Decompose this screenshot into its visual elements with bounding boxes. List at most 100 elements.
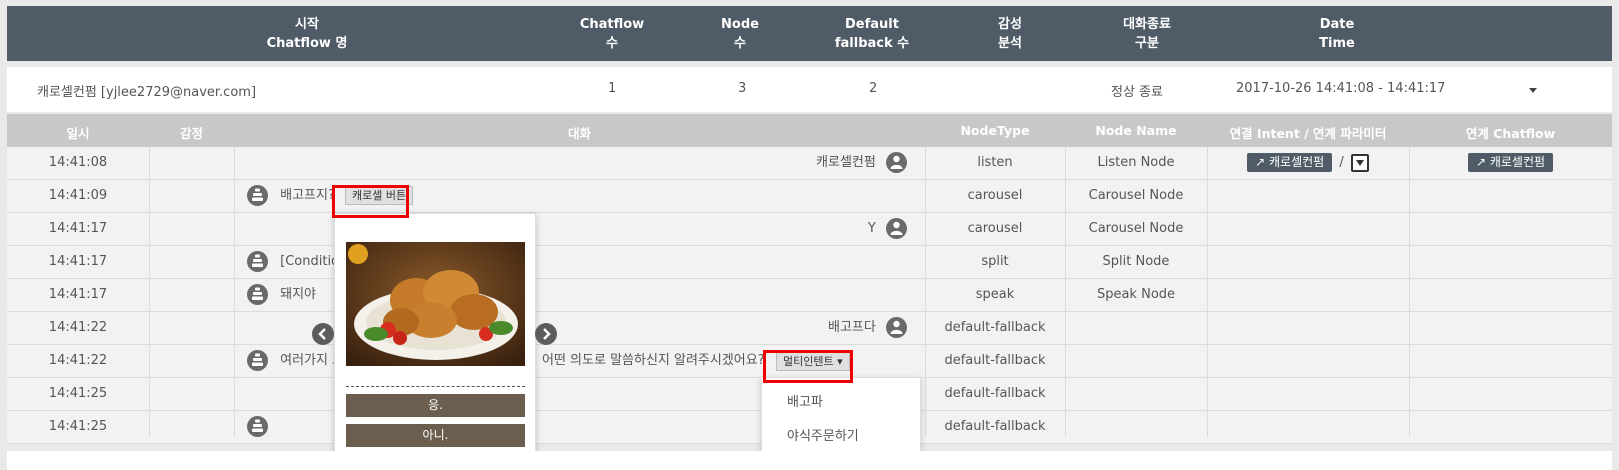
dh-intent: 연결 Intent / 연계 파라미터 — [1229, 126, 1387, 141]
user-message: 배고프다 — [828, 312, 907, 344]
bot-message-text: 돼지야 — [280, 287, 317, 302]
row-node-type: default-fallback — [944, 386, 1046, 401]
row-time: 14:41:17 — [48, 254, 108, 269]
bot-avatar-icon — [247, 251, 268, 272]
multi-intent-highlight — [763, 350, 853, 383]
summary-row[interactable]: 캐로셀컨펌 [yjlee2729@naver.com] 1 3 2 정상 종료 … — [7, 67, 1612, 112]
external-link-icon: ↗ — [1475, 155, 1487, 169]
row-node-type: default-fallback — [944, 320, 1046, 335]
user-avatar-icon — [886, 152, 907, 173]
linked-chatflow-label: 캐로셀컨펌 — [1489, 155, 1546, 169]
row-time: 14:41:17 — [48, 221, 108, 236]
intent-link-label: 캐로셀컨펌 — [1269, 155, 1325, 169]
summary-table-header: 시작 Chatflow 명 Chatflow 수 Node 수 Default … — [7, 6, 1612, 61]
carousel-popup: 응. 아니. — [334, 213, 536, 459]
dh-node-type: NodeType — [960, 123, 1030, 138]
col-start-chatflow: 시작 Chatflow 명 — [266, 17, 348, 51]
bot-message: [Condition — [247, 246, 347, 278]
row-node-name: Carousel Node — [1088, 188, 1184, 203]
menu-item-hungry[interactable]: 배고파 — [787, 391, 823, 410]
bot-message-text-tail: 어떤 의도로 말씀하신지 알려주시겠어요? — [542, 353, 765, 368]
dh-linked-chatflow: 연계 Chatflow — [1465, 126, 1556, 141]
row-time: 14:41:25 — [48, 419, 108, 434]
col-default-fallback: Default fallback 수 — [834, 17, 910, 51]
bot-message — [247, 411, 268, 443]
row-node-name — [1065, 345, 1207, 377]
dh-sentiment: 감정 — [179, 126, 203, 141]
carousel-prev-icon[interactable] — [312, 323, 334, 345]
bot-avatar-icon — [247, 416, 268, 437]
col-sentiment: 감성 분석 — [998, 17, 1022, 51]
summary-chatflow-count: 1 — [608, 81, 617, 96]
row-node-name — [1065, 378, 1207, 410]
summary-chatflow-name: 캐로셀컨펌 [yjlee2729@naver.com] — [37, 85, 257, 100]
row-node-name: Split Node — [1102, 254, 1170, 269]
row-time: 14:41:22 — [48, 320, 108, 335]
detail-table-header: 일시 감정 대화 NodeType Node Name 연결 Intent / … — [7, 114, 1612, 147]
col-chatflow-count: Chatflow 수 — [579, 17, 645, 51]
user-avatar-icon — [886, 317, 907, 338]
column-divider — [1207, 147, 1208, 437]
chatflow-log-panel: 시작 Chatflow 명 Chatflow 수 Node 수 Default … — [7, 6, 1612, 444]
column-divider — [1409, 147, 1410, 437]
intent-dropdown-toggle-icon[interactable] — [1350, 153, 1369, 172]
column-divider — [1065, 147, 1066, 437]
row-node-name — [1065, 312, 1207, 344]
bot-avatar-icon — [247, 284, 268, 305]
dh-node-name: Node Name — [1095, 123, 1177, 138]
linked-chatflow-cell: ↗ 캐로셀컨펌 — [1409, 147, 1612, 179]
fried-chicken-image — [346, 242, 525, 366]
column-divider — [234, 147, 235, 437]
row-node-type: default-fallback — [944, 353, 1046, 368]
user-message-text: 배고프다 — [828, 320, 876, 335]
row-node-type: speak — [975, 287, 1015, 302]
carousel-button-highlight — [332, 185, 409, 218]
row-node-name: Speak Node — [1096, 287, 1176, 302]
expand-caret-icon[interactable] — [1529, 88, 1537, 93]
table-row: 14:41:17 돼지야 speak Speak Node — [7, 279, 1612, 312]
row-time: 14:41:09 — [48, 188, 108, 203]
row-node-type: listen — [977, 155, 1013, 170]
row-time: 14:41:25 — [48, 386, 108, 401]
column-divider — [925, 147, 926, 437]
col-datetime: Date Time — [1319, 17, 1355, 51]
summary-node-count: 3 — [738, 81, 747, 96]
col-node-count: Node 수 — [721, 17, 759, 51]
user-message-text: Y — [867, 221, 876, 236]
table-row: 14:41:22 배고프다 default-fallback — [7, 312, 1612, 345]
user-message: Y — [868, 213, 907, 245]
intent-link-button[interactable]: ↗ 캐로셀컨펌 — [1247, 153, 1333, 172]
row-node-name: Listen Node — [1097, 155, 1175, 170]
bot-avatar-icon — [247, 350, 268, 371]
table-row: 14:41:17 Y carousel Carousel Node — [7, 213, 1612, 246]
linked-chatflow-button[interactable]: ↗ 캐로셀컨펌 — [1467, 153, 1554, 172]
row-node-name: Carousel Node — [1088, 221, 1184, 236]
footer-strip — [7, 451, 1612, 470]
summary-datetime: 2017-10-26 14:41:08 - 14:41:17 — [1236, 81, 1446, 96]
row-node-name — [1065, 411, 1207, 443]
dh-time: 일시 — [66, 126, 90, 141]
row-time: 14:41:22 — [48, 353, 108, 368]
user-avatar-icon — [886, 218, 907, 239]
user-message-text: 캐로셀컨펌 — [816, 155, 876, 170]
bot-message: 돼지야 — [247, 279, 316, 311]
row-node-type: carousel — [967, 221, 1023, 236]
user-message: 캐로셀컨펌 — [816, 147, 907, 179]
carousel-no-button[interactable]: 아니. — [346, 424, 525, 447]
carousel-next-icon[interactable] — [535, 323, 557, 345]
table-row: 14:41:08 캐로셀컨펌 listen Listen Node ↗ 캐로셀컨… — [7, 147, 1612, 180]
table-row: 14:41:17 [Condition split Split Node — [7, 246, 1612, 279]
intent-cell: ↗ 캐로셀컨펌 / — [1207, 147, 1409, 179]
bot-avatar-icon — [247, 185, 268, 206]
carousel-divider — [346, 386, 525, 387]
col-end-type: 대화종료 구분 — [1123, 17, 1171, 51]
summary-end-type: 정상 종료 — [1111, 85, 1163, 100]
table-row: 14:41:09 배고프지? 캐로셀 버튼 carousel Carousel … — [7, 180, 1612, 213]
menu-item-order-night-snack[interactable]: 야식주문하기 — [787, 425, 859, 444]
bot-message-text: 배고프지? — [280, 188, 335, 203]
row-node-type: split — [981, 254, 1009, 269]
carousel-yes-button[interactable]: 응. — [346, 394, 525, 417]
summary-fallback-count: 2 — [869, 81, 878, 96]
row-node-type: carousel — [967, 188, 1023, 203]
row-time: 14:41:08 — [48, 155, 108, 170]
